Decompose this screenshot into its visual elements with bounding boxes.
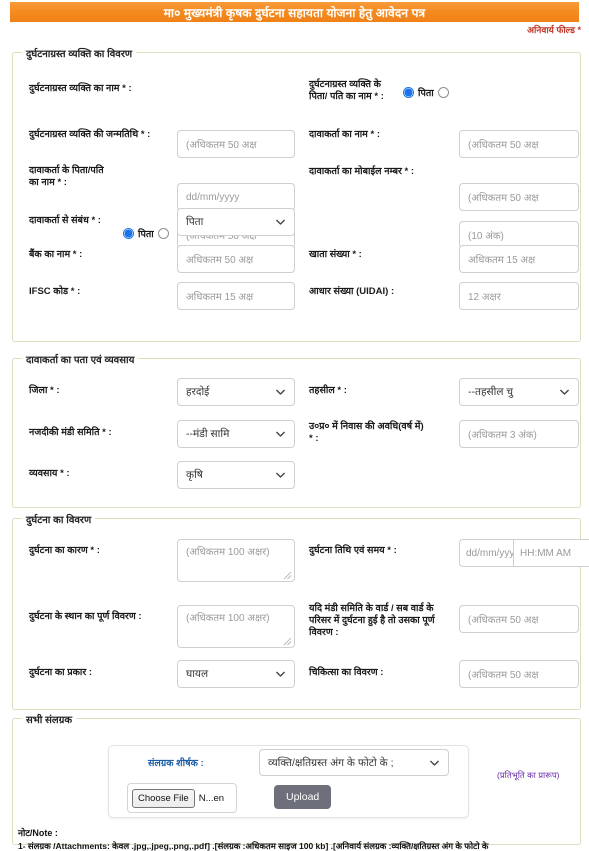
accident-type-select[interactable]: घायल: [177, 660, 295, 688]
chevron-down-icon: [276, 431, 285, 437]
radio-husband-unselected[interactable]: [157, 228, 169, 239]
mandi-select-value: --मंडी सामि: [186, 428, 230, 440]
attachments-legend: सभी संलग्रक: [22, 712, 77, 726]
relation-select-value: पिता: [186, 216, 204, 228]
attachment-title-select-value: व्यक्ति/क्षतिग्रस्त अंग के फोटो के ;: [268, 756, 394, 769]
aadhaar-label: आधार संख्या (UIDAI) :: [309, 286, 395, 297]
claimant-address-fieldset: दावाकर्ता का पता एवं व्यवसाय जिला * : हर…: [12, 352, 581, 508]
bank-name-input[interactable]: अधिकतम 50 अक्ष: [177, 245, 295, 273]
accident-time-input[interactable]: HH:MM AM: [514, 539, 589, 567]
note-title: नोट/Note :: [18, 828, 58, 838]
victim-name-label: दुर्घटनाग्रस्त व्यक्ति का नाम * :: [29, 83, 132, 94]
choose-file-button[interactable]: Choose File: [132, 788, 195, 808]
resize-grip-icon[interactable]: [280, 634, 292, 646]
victim-father-radio-group[interactable]: पिता: [403, 86, 449, 99]
mandi-select[interactable]: --मंडी सामि: [177, 420, 295, 448]
radio-victim-father-selected[interactable]: [403, 87, 414, 98]
ifsc-label: IFSC कोड * :: [29, 286, 81, 297]
victim-name-input[interactable]: (अधिकतम 50 अक्ष: [177, 130, 295, 158]
claimant-name-label: दावाकर्ता का नाम * :: [309, 129, 381, 140]
tehsil-select-value: --तहसील चु: [468, 386, 514, 398]
selected-file-name: N...en: [198, 792, 225, 804]
victim-dob-label: दुर्घटनाग्रस्त व्यक्ति की जन्मतिथि * :: [29, 129, 151, 140]
attachment-title-label: संलग्रक शीर्षक :: [148, 758, 204, 769]
victim-father-label: दुर्घटनाग्रस्त व्यक्ति के पिता/ पति का न…: [309, 79, 384, 102]
note-line-1: 1- संलग्रक /Attachments: केवल .jpg,.jpeg…: [18, 841, 489, 851]
accident-place-textarea[interactable]: (अधिकतम 100 अक्षर): [177, 605, 295, 648]
ifsc-input[interactable]: अधिकतम 15 अक्ष: [177, 282, 295, 310]
accident-datetime-group[interactable]: dd/mm/yyy HH:MM AM: [459, 539, 589, 567]
district-select[interactable]: हरदोई: [177, 378, 295, 406]
occupation-select-value: कृषि: [186, 469, 203, 481]
chevron-down-icon: [276, 671, 285, 677]
attachment-title-select[interactable]: व्यक्ति/क्षतिग्रस्त अंग के फोटो के ;: [259, 749, 449, 776]
district-label: जिला * :: [29, 385, 60, 396]
accident-details-legend: दुर्घटना का विवरण: [22, 512, 96, 526]
attachment-upload-card: संलग्रक शीर्षक : व्यक्ति/क्षतिग्रस्त अंग…: [108, 745, 469, 818]
radio-father-label: पिता: [138, 229, 154, 240]
accident-cause-label: दुर्घटना का कारण * :: [29, 545, 100, 556]
upload-button[interactable]: Upload: [274, 785, 332, 809]
radio-father-selected[interactable]: [123, 228, 134, 239]
chevron-down-icon: [276, 219, 285, 225]
district-select-value: हरदोई: [186, 386, 210, 398]
chevron-down-icon: [560, 389, 569, 395]
chevron-down-icon: [276, 472, 285, 478]
victim-father-name-input[interactable]: (अधिकतम 50 अक्ष: [459, 130, 579, 158]
claimant-mobile-label: दावाकर्ता का मोबाईल नम्बर * :: [309, 166, 415, 177]
medical-details-label: चिकित्सा का विवरण :: [309, 667, 384, 678]
relation-label: दावाकर्ता से संबंध * :: [29, 215, 101, 226]
tehsil-select[interactable]: --तहसील चु: [459, 378, 579, 406]
tehsil-label: तहसील * :: [309, 385, 347, 396]
accident-place-label: दुर्घटना के स्थान का पूर्ण विवरण :: [29, 611, 142, 622]
chevron-down-icon: [276, 389, 285, 395]
chevron-down-icon: [430, 760, 439, 766]
accident-datetime-label: दुर्घटना तिथि एवं समय * :: [309, 545, 397, 556]
aadhaar-input[interactable]: 12 अक्षर: [459, 282, 579, 310]
occupation-select[interactable]: कृषि: [177, 461, 295, 489]
claimant-father-label: दावाकर्ता के पिता/पति का नाम * :: [29, 165, 104, 188]
radio-victim-father-label: पिता: [418, 88, 434, 99]
page-title: मा० मुख्यमंत्री कृषक दुर्घटना सहायता योज…: [10, 2, 579, 22]
radio-victim-husband-unselected[interactable]: [437, 87, 449, 98]
relation-select[interactable]: पिता: [177, 208, 295, 236]
accident-cause-placeholder: (अधिकतम 100 अक्षर): [186, 547, 270, 558]
mandi-ward-input[interactable]: (अधिकतम 50 अक्ष: [459, 605, 579, 633]
mandi-label: नजदीकी मंडी समिति * :: [29, 427, 112, 438]
residence-duration-label: उ०प्र० में निवास की अवधि(वर्ष में) * :: [309, 421, 424, 444]
claimant-name-input[interactable]: (अधिकतम 50 अक्ष: [459, 183, 579, 211]
account-number-label: खाता संख्या * :: [309, 249, 362, 260]
victim-dob-input[interactable]: dd/mm/yyyy: [177, 183, 295, 211]
resize-grip-icon[interactable]: [280, 568, 292, 580]
accident-details-fieldset: दुर्घटना का विवरण दुर्घटना का कारण * : (…: [12, 512, 589, 710]
file-input[interactable]: Choose File N...en: [127, 783, 237, 813]
mandi-ward-label: यदि मंडी समिति के वार्ड / सब वार्ड के पर…: [309, 603, 435, 638]
accident-type-select-value: घायल: [186, 668, 209, 680]
residence-duration-input[interactable]: (अधिकतम 3 अंक): [459, 420, 579, 448]
claimant-address-legend: दावाकर्ता का पता एवं व्यवसाय: [22, 352, 139, 366]
medical-details-input[interactable]: (अधिकतम 50 अक्ष: [459, 660, 579, 688]
claimant-father-radio-group[interactable]: पिता: [123, 227, 169, 240]
occupation-label: व्यवसाय * :: [29, 468, 70, 479]
accident-cause-textarea[interactable]: (अधिकतम 100 अक्षर): [177, 539, 295, 582]
bank-name-label: बैंक का नाम * :: [29, 249, 83, 260]
application-form-page: मा० मुख्यमंत्री कृषक दुर्घटना सहायता योज…: [0, 0, 589, 851]
accident-date-input[interactable]: dd/mm/yyy: [459, 539, 514, 567]
accident-type-label: दुर्घटना का प्रकार :: [29, 667, 93, 678]
mandatory-field-note: अनिवार्य फील्ड *: [527, 25, 581, 35]
account-number-input[interactable]: अधिकतम 15 अक्ष: [459, 245, 579, 273]
security-format-link[interactable]: (प्रतिभूति का प्रारूप): [497, 770, 560, 781]
note-section: नोट/Note : 1- संलग्रक /Attachments: केवल…: [18, 826, 578, 851]
victim-details-fieldset: दुर्घटनाग्रस्त व्यक्ति का विवरण दुर्घटना…: [12, 46, 581, 342]
accident-place-placeholder: (अधिकतम 100 अक्षर): [186, 613, 270, 624]
victim-details-legend: दुर्घटनाग्रस्त व्यक्ति का विवरण: [22, 46, 137, 60]
